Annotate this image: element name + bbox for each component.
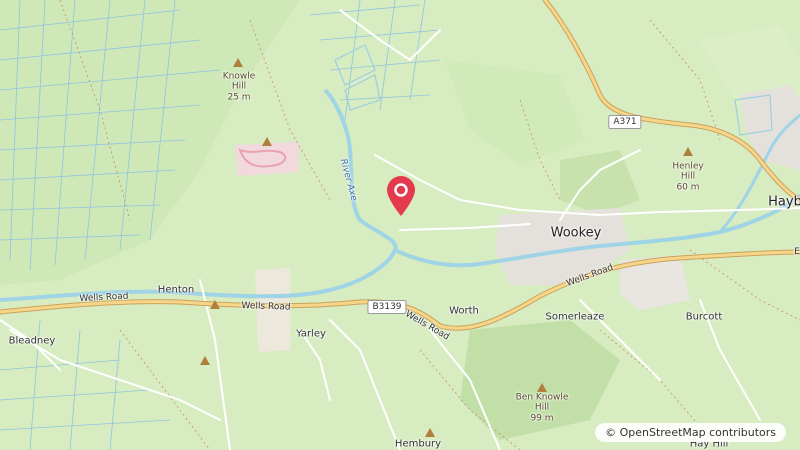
place-label-yarley: Yarley bbox=[296, 328, 326, 340]
attribution-box: © OpenStreetMap contributors bbox=[595, 423, 786, 442]
peak-label-henley-hill: Henley Hill 60 m bbox=[672, 161, 703, 192]
map-canvas[interactable]: Wookey Henton Bleadney Yarley Worth Some… bbox=[0, 0, 800, 450]
peak-label-line: Hill bbox=[534, 402, 550, 413]
place-label-wookey: Wookey bbox=[550, 225, 602, 241]
peak-elevation: 99 m bbox=[530, 413, 554, 424]
road-label-wells-road: Wells Road bbox=[241, 300, 291, 313]
peak-label-line: Hill bbox=[231, 81, 247, 92]
place-label-hembury: Hembury bbox=[394, 438, 442, 450]
peak-label-ben-knowle-hill: Ben Knowle Hill 99 m bbox=[516, 392, 569, 423]
attribution-link[interactable]: OpenStreetMap contributors bbox=[620, 426, 776, 439]
place-label-hay-bridge: Hayb bbox=[768, 194, 800, 210]
copyright-symbol: © bbox=[605, 426, 617, 439]
peak-label-line: Knowle bbox=[222, 71, 256, 82]
peak-elevation: 60 m bbox=[676, 182, 700, 193]
map-base-layer bbox=[0, 0, 800, 450]
road-shield-a371: A371 bbox=[608, 115, 642, 129]
place-label-worth: Worth bbox=[449, 305, 479, 317]
peak-label-knowle-hill: Knowle Hill 25 m bbox=[223, 71, 256, 102]
peak-label-line: Hill bbox=[680, 171, 696, 182]
map-pin-icon[interactable] bbox=[386, 175, 416, 217]
place-label-bleadney: Bleadney bbox=[8, 335, 56, 347]
peak-label-line: Henley bbox=[672, 161, 704, 172]
place-label-burcott: Burcott bbox=[685, 311, 723, 323]
peak-label-line: Ben Knowle bbox=[515, 392, 569, 403]
place-label-somerleaze: Somerleaze bbox=[545, 311, 605, 323]
road-shield-b3139: B3139 bbox=[367, 300, 407, 314]
peak-elevation: 25 m bbox=[227, 92, 251, 103]
place-label-henton: Henton bbox=[157, 284, 195, 296]
road-label-east-edge: E bbox=[794, 246, 800, 257]
